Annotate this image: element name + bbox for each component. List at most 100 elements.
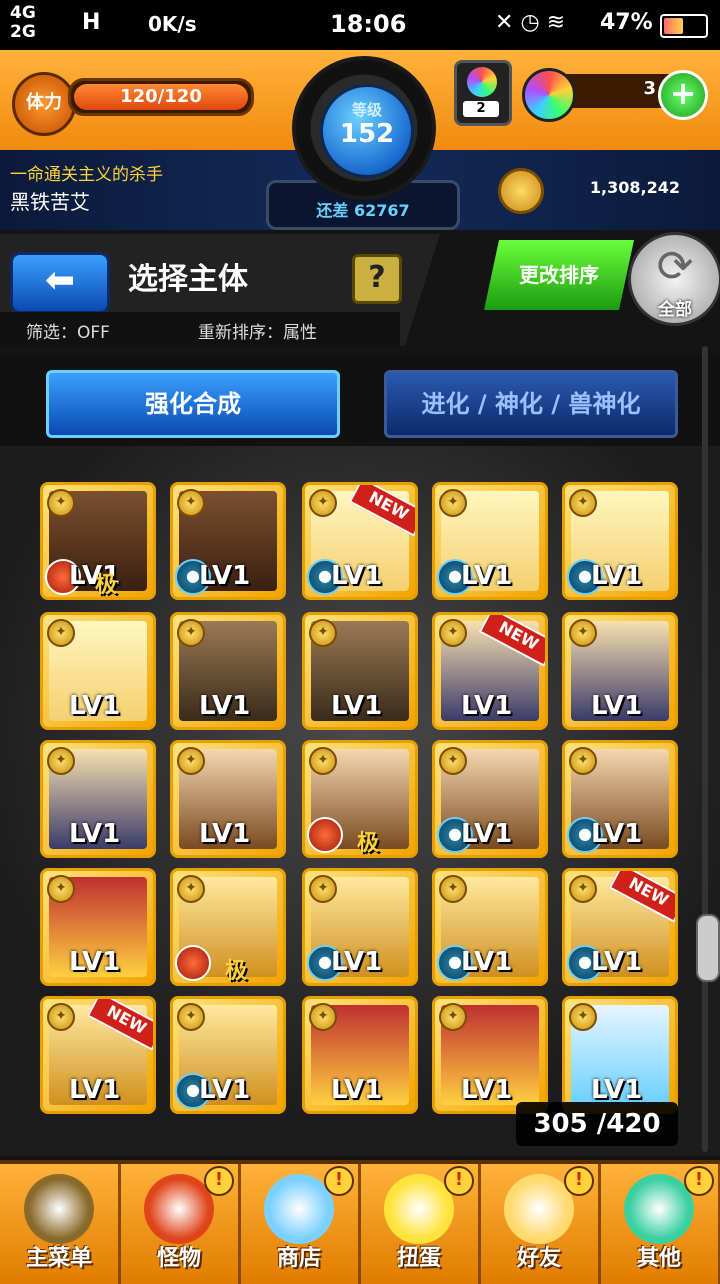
monster-card[interactable]: ✦ ● LV1 NEW (562, 868, 678, 986)
element-icon: ✦ (177, 875, 205, 903)
monster-card[interactable]: ✦ LV1 (40, 868, 156, 986)
alarm-icon: ◷ (520, 10, 540, 35)
monster-card[interactable]: ✦ LV1 (562, 612, 678, 730)
filter-status[interactable]: 筛选：OFF (26, 318, 110, 343)
alert-icon: ! (564, 1166, 594, 1196)
bottom-nav: 主菜单 怪物! 商店! 扭蛋! 好友! 其他! (0, 1160, 720, 1284)
status-bar: 4G 2G H 0K/s 18:06 ✕ ◷ ≋ 47% (0, 0, 720, 50)
scroll-track (702, 346, 708, 1152)
monster-level: LV1 (461, 819, 513, 849)
monster-level: LV1 (591, 819, 643, 849)
all-button[interactable]: ⟳ 全部 (628, 232, 720, 326)
filter-strip: 筛选：OFF 重新排序：属性 (0, 312, 400, 346)
monster-card[interactable]: ✦ ● LV1 (432, 868, 548, 986)
monster-level: LV1 (331, 561, 383, 591)
orb-count-small: 2 (463, 101, 499, 117)
orb-box[interactable]: 2 (454, 60, 512, 126)
back-button[interactable]: ⬅ (10, 252, 110, 314)
element-icon: ✦ (47, 747, 75, 775)
help-button[interactable]: ? (352, 254, 402, 304)
extreme-badge: 极 (225, 959, 248, 984)
sort-status[interactable]: 重新排序：属性 (198, 318, 317, 343)
monster-card[interactable]: ✦ LV1 (170, 740, 286, 858)
monster-count: 305 /420 (516, 1102, 678, 1146)
monster-level: LV1 (331, 1075, 383, 1105)
nav-label: 扭蛋 (396, 1246, 441, 1271)
monster-level: LV1 (69, 1075, 121, 1105)
monster-level: LV1 (591, 691, 643, 721)
element-icon: ✦ (47, 875, 75, 903)
monster-card[interactable]: ✦ LV1 (40, 740, 156, 858)
tab-row: 强化合成 进化 / 神化 / 兽神化 (0, 354, 720, 446)
monster-level: LV1 (199, 561, 251, 591)
back-arrow-icon: ⬅ (44, 260, 76, 301)
battery-icon (660, 14, 708, 38)
monster-card[interactable]: ✦ 极 (170, 868, 286, 986)
monster-card[interactable]: ✦ ● LV1 (170, 996, 286, 1114)
refresh-icon: ⟳ (656, 241, 694, 292)
monster-card[interactable]: ✦ LV1 (432, 996, 548, 1114)
element-icon: ✦ (569, 489, 597, 517)
monster-card[interactable]: ✦ LV1 极 (40, 482, 156, 600)
element-icon: ✦ (569, 619, 597, 647)
nav-label: 其他 (636, 1246, 681, 1271)
monster-card[interactable]: ✦ ● LV1 (432, 740, 548, 858)
monster-level: LV1 (199, 691, 251, 721)
monster-grid: ✦ LV1 极 ✦ ● LV1 ✦ ● LV1 NEW ✦ ● LV1 ✦ ● LV1 ✦ LV1 ✦ LV1 ✦ LV1… (0, 446, 720, 1156)
element-icon: ✦ (439, 747, 467, 775)
monster-card[interactable]: ✦ LV1 (562, 996, 678, 1114)
monster-card[interactable]: ✦ LV1 (302, 996, 418, 1114)
monster-card[interactable]: ✦ LV1 NEW (40, 996, 156, 1114)
nav-label: 商店 (276, 1246, 321, 1271)
coin-icon (498, 168, 544, 214)
monster-card[interactable]: ✦ LV1 NEW (432, 612, 548, 730)
mute-icon: ✕ (495, 10, 514, 35)
tab-power-up[interactable]: 强化合成 (46, 370, 340, 438)
nav-item[interactable]: 好友! (480, 1164, 601, 1284)
player-title: 一命通关主义的杀手 (10, 165, 163, 185)
scroll-handle[interactable] (696, 914, 720, 982)
battery-percent: 47% (600, 10, 653, 35)
extreme-badge: 极 (95, 573, 118, 598)
element-icon: ✦ (309, 1003, 337, 1031)
nav-item[interactable]: 商店! (240, 1164, 361, 1284)
nav-item[interactable]: 扭蛋! (360, 1164, 481, 1284)
alert-icon: ! (204, 1166, 234, 1196)
monster-card[interactable]: ✦ ● LV1 (562, 482, 678, 600)
element-icon: ✦ (569, 747, 597, 775)
nav-item[interactable]: 主菜单 (0, 1164, 121, 1284)
monster-card[interactable]: ✦ ● LV1 (170, 482, 286, 600)
network-bottom: 2G (10, 22, 36, 42)
element-icon: ✦ (177, 1003, 205, 1031)
network-indicator: 4G 2G (10, 4, 36, 42)
tab-evolve[interactable]: 进化 / 神化 / 兽神化 (384, 370, 678, 438)
monster-card[interactable]: ✦ LV1 (40, 612, 156, 730)
element-icon: ✦ (47, 489, 75, 517)
monster-level: LV1 (331, 947, 383, 977)
monster-level: LV1 (461, 691, 513, 721)
monster-card[interactable]: ✦ 极 (302, 740, 418, 858)
monster-card[interactable]: ✦ LV1 (170, 612, 286, 730)
nav-label: 主菜单 (25, 1246, 92, 1271)
peach-icon (175, 945, 211, 981)
monster-level: LV1 (461, 561, 513, 591)
page-title: 选择主体 (128, 262, 248, 297)
monster-card[interactable]: ✦ ● LV1 (302, 868, 418, 986)
element-icon: ✦ (177, 747, 205, 775)
monster-card[interactable]: ✦ ● LV1 (432, 482, 548, 600)
nav-item[interactable]: 其他! (600, 1164, 720, 1284)
orb-icon (467, 67, 497, 97)
player-name: 黑铁苦艾 (10, 190, 90, 214)
add-orb-button[interactable]: + (658, 70, 708, 120)
monster-card[interactable]: ✦ ● LV1 (562, 740, 678, 858)
change-sort-button[interactable]: 更改排序 (484, 240, 634, 310)
wifi-icon: ≋ (546, 10, 566, 35)
level-value: 152 (339, 119, 395, 149)
alert-icon: ! (684, 1166, 714, 1196)
monster-card[interactable]: ✦ LV1 (302, 612, 418, 730)
all-label: 全部 (658, 300, 692, 320)
element-icon: ✦ (569, 875, 597, 903)
element-icon: ✦ (439, 619, 467, 647)
nav-item[interactable]: 怪物! (120, 1164, 241, 1284)
monster-card[interactable]: ✦ ● LV1 NEW (302, 482, 418, 600)
